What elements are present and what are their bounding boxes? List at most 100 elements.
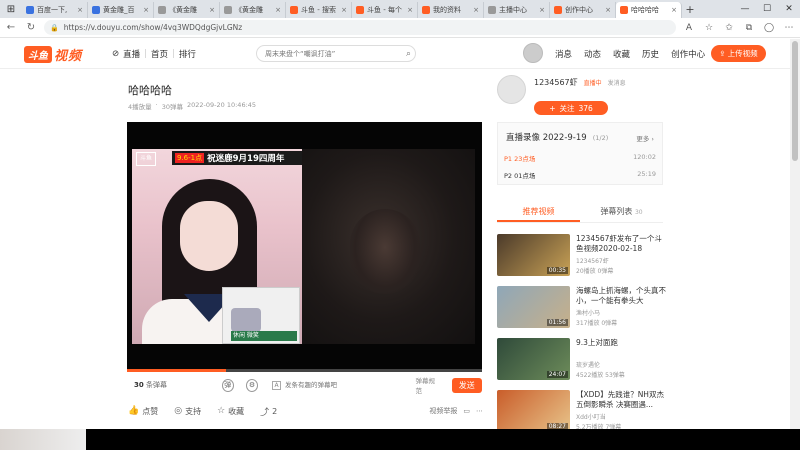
link-favorites[interactable]: 收藏	[613, 48, 630, 60]
share-button[interactable]: ⤴ 2	[260, 405, 277, 418]
browser-tab[interactable]: 我的资料 ×	[418, 2, 484, 18]
tab-close-icon[interactable]: ×	[341, 6, 347, 14]
playlist-more-link[interactable]: 更多 ›	[636, 133, 654, 143]
recommended-video[interactable]: 01:56 海螺岛上抓海螺，个头真不小，一个能有拳头大 渔村小马 317播放 0弹幕	[497, 286, 667, 328]
browser-tab[interactable]: 创作中心 ×	[550, 2, 616, 18]
replay-playlist: 直播录像 2022-9-19 (1/2) 更多 › P1 23点场 120:02 P…	[497, 122, 663, 185]
nav-rank[interactable]: 排行	[179, 48, 196, 60]
link-dynamics[interactable]: 动态	[584, 48, 601, 60]
recommended-video[interactable]: 08:27 【XDD】先践谁？NH双杰五倒影瞬杀 决赛圈遇... Xdd小叮当 5.2…	[497, 390, 667, 432]
video-author[interactable]: 琉岁遇伦	[576, 360, 600, 369]
user-avatar[interactable]	[523, 43, 543, 63]
browser-tab[interactable]: 斗鱼 - 搜索 ×	[286, 2, 352, 18]
video-title-link[interactable]: 9.3上对面跑	[576, 338, 666, 348]
more-icon[interactable]: ⋯	[476, 407, 483, 415]
tab-close-icon[interactable]: ×	[671, 6, 677, 14]
tab-close-icon[interactable]: ×	[143, 6, 149, 14]
browser-tab[interactable]: 斗鱼 - 每个 ×	[352, 2, 418, 18]
tv-icon[interactable]: ▭	[463, 407, 470, 415]
tab-close-icon[interactable]: ×	[275, 6, 281, 14]
more-menu-icon[interactable]: ⋯	[782, 23, 796, 33]
tab-close-icon[interactable]: ×	[539, 6, 545, 14]
link-messages[interactable]: 消息	[555, 48, 572, 60]
video-player[interactable]: 斗鱼 9.6-1点 祝迷鹿9月19四周年 休闲 微笑	[127, 122, 482, 372]
uploader-name[interactable]: 1234567虾	[534, 77, 578, 88]
video-title-link[interactable]: 1234567虾发布了一个斗鱼视频2020-02-18	[576, 234, 666, 254]
tab-favicon-icon	[422, 6, 430, 14]
search-icon[interactable]: ⌕	[406, 49, 411, 59]
search-input[interactable]	[265, 49, 406, 58]
recommended-video[interactable]: 00:35 1234567虾发布了一个斗鱼视频2020-02-18 1234567虾…	[497, 234, 667, 276]
video-thumbnail[interactable]: 01:56	[497, 286, 570, 328]
video-thumbnail[interactable]: 24:07	[497, 338, 570, 380]
browser-tab[interactable]: 黄金雕_百 ×	[88, 2, 154, 18]
browser-tab[interactable]: 哈哈哈哈 ×	[616, 2, 682, 18]
collect-button[interactable]: ☆ 收藏	[217, 406, 244, 417]
uploader-avatar[interactable]	[497, 75, 526, 104]
page-scrollbar[interactable]	[790, 39, 800, 429]
video-title-link[interactable]: 海螺岛上抓海螺，个头真不小，一个能有拳头大	[576, 286, 666, 306]
back-icon[interactable]: ←	[4, 22, 18, 33]
header-nav: ⊘ 直播 | 首页 | 排行	[112, 48, 196, 60]
tab-close-icon[interactable]: ×	[473, 6, 479, 14]
playlist-item[interactable]: P1 23点场 120:02	[504, 153, 656, 163]
new-tab-button[interactable]: +	[682, 2, 698, 18]
url-field[interactable]: 🔒 https://v.douyu.com/show/4vq3WDQdgGjvL…	[44, 20, 676, 35]
link-creator-center[interactable]: 创作中心	[671, 48, 705, 60]
douyu-video-logo[interactable]: 斗鱼 视频	[24, 44, 82, 64]
playlist-item[interactable]: P2 01点场 25:19	[504, 170, 656, 180]
recommended-video[interactable]: 24:07 9.3上对面跑 琉岁遇伦 4522播放 53弹幕	[497, 338, 667, 380]
maximize-button[interactable]: ☐	[756, 0, 778, 18]
refresh-icon[interactable]: ↻	[24, 22, 38, 33]
favorite-star-icon[interactable]: ☆	[702, 23, 716, 33]
video-stats: 4522播放 53弹幕	[576, 372, 625, 379]
scrollbar-thumb[interactable]	[792, 41, 798, 161]
tab-danmaku-list[interactable]: 弹幕列表 30	[580, 203, 663, 222]
video-author[interactable]: 1234567虾	[576, 256, 609, 265]
minimize-button[interactable]: —	[734, 0, 756, 18]
send-danmaku-button[interactable]: 发送	[451, 377, 482, 393]
link-history[interactable]: 历史	[642, 48, 659, 60]
video-author[interactable]: Xdd小叮当	[576, 412, 606, 421]
video-stats: 20播放 0弹幕	[576, 268, 614, 275]
nav-live[interactable]: 直播	[123, 48, 140, 60]
tab-label: 创作中心	[565, 6, 593, 14]
tab-label: 黄金雕_百	[103, 6, 135, 14]
live-status-badge[interactable]: 直播中	[584, 78, 602, 87]
nav-home[interactable]: 首页	[151, 48, 168, 60]
video-thumbnail[interactable]: 08:27	[497, 390, 570, 432]
browser-tab[interactable]: 百度一下, ×	[22, 2, 88, 18]
browser-tab[interactable]: 《黄金雕 ×	[220, 2, 286, 18]
follow-button[interactable]: + 关注 376	[534, 101, 608, 115]
window-menu-icon[interactable]: ⊞	[0, 0, 22, 18]
like-button[interactable]: 👍 点赞	[128, 406, 158, 417]
address-bar: ← ↻ 🔒 https://v.douyu.com/show/4vq3WDQdg…	[0, 18, 800, 38]
browser-tab[interactable]: 主播中心 ×	[484, 2, 550, 18]
report-link[interactable]: 视频举报	[429, 406, 457, 416]
tab-close-icon[interactable]: ×	[407, 6, 413, 14]
danmaku-rules-link[interactable]: 弹幕规范	[416, 375, 440, 395]
close-window-button[interactable]: ✕	[778, 0, 800, 18]
danmaku-settings-icon[interactable]: ⚙	[245, 378, 259, 392]
support-button[interactable]: ◎ 支持	[174, 406, 201, 417]
danmaku-toggle-icon[interactable]: 弹	[221, 378, 234, 392]
read-aloud-icon[interactable]: A	[682, 23, 696, 33]
tab-recommended[interactable]: 推荐视频	[497, 203, 580, 222]
video-title-link[interactable]: 【XDD】先践谁？NH双杰五倒影瞬杀 决赛圈遇...	[576, 390, 666, 410]
tab-close-icon[interactable]: ×	[605, 6, 611, 14]
profile-icon[interactable]: ◯	[762, 23, 776, 33]
upload-video-button[interactable]: ⇪ 上传视频	[711, 45, 766, 62]
collections-icon[interactable]: ⧉	[742, 23, 756, 33]
stream-banner: 9.6-1点 祝迷鹿9月19四周年	[172, 151, 302, 165]
video-progress-bar[interactable]	[127, 369, 482, 372]
favorites-icon[interactable]: ✩	[722, 23, 736, 33]
video-thumbnail[interactable]: 00:35	[497, 234, 570, 276]
tab-close-icon[interactable]: ×	[209, 6, 215, 14]
browser-tab[interactable]: 《黄金雕 ×	[154, 2, 220, 18]
tab-close-icon[interactable]: ×	[77, 6, 83, 14]
danmaku-input[interactable]	[285, 381, 406, 389]
send-message-link[interactable]: 发消息	[608, 78, 626, 87]
video-author[interactable]: 渔村小马	[576, 308, 600, 317]
inset-picture: 休闲 微笑	[222, 287, 300, 344]
font-style-icon[interactable]: A	[272, 380, 282, 390]
